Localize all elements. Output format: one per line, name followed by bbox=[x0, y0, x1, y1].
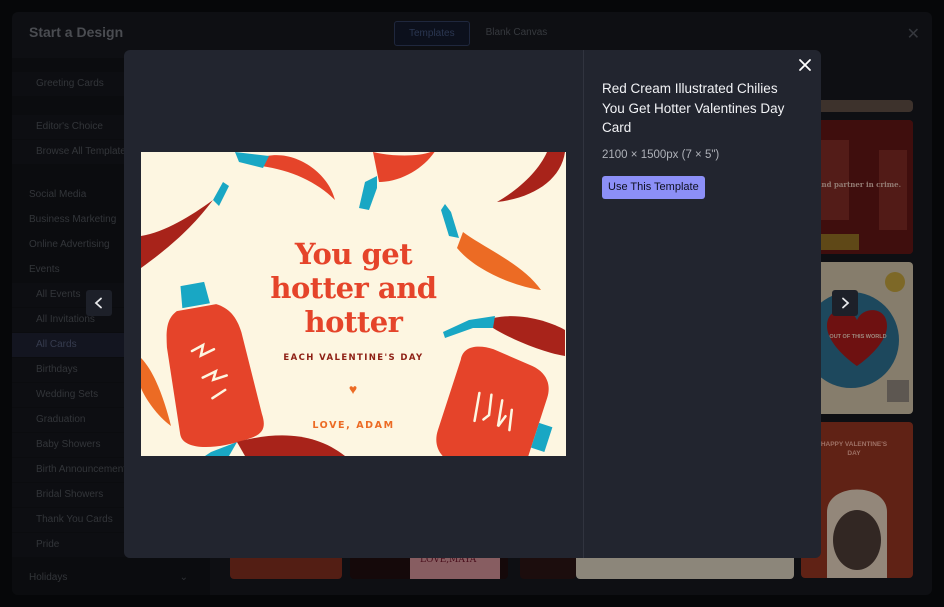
close-modal-button[interactable] bbox=[797, 57, 813, 73]
close-icon bbox=[799, 59, 811, 71]
template-dimensions: 2100 × 1500px (7 × 5") bbox=[602, 149, 720, 161]
chevron-right-icon bbox=[842, 297, 850, 309]
chevron-left-icon bbox=[94, 297, 102, 309]
modal-divider bbox=[583, 50, 584, 558]
use-template-button[interactable]: Use This Template bbox=[602, 176, 705, 199]
next-template-button[interactable] bbox=[832, 290, 858, 316]
previous-template-button[interactable] bbox=[86, 290, 112, 316]
app-root: Start a Design Templates Blank Canvas ✕ … bbox=[0, 0, 944, 607]
headline-line: You get bbox=[294, 237, 413, 271]
heart-icon: ♥ bbox=[348, 381, 358, 397]
card-subline: EACH VALENTINE'S DAY bbox=[283, 353, 424, 363]
headline-line: hotter bbox=[304, 305, 403, 339]
card-headline: You get hotter and hotter bbox=[141, 237, 566, 339]
template-preview-image: You get hotter and hotter EACH VALENTINE… bbox=[141, 152, 566, 456]
template-title: Red Cream Illustrated Chilies You Get Ho… bbox=[602, 81, 785, 135]
headline-line: hotter and bbox=[270, 271, 437, 305]
template-preview-modal: You get hotter and hotter EACH VALENTINE… bbox=[86, 50, 858, 558]
card-signature: LOVE, ADAM bbox=[312, 420, 395, 431]
